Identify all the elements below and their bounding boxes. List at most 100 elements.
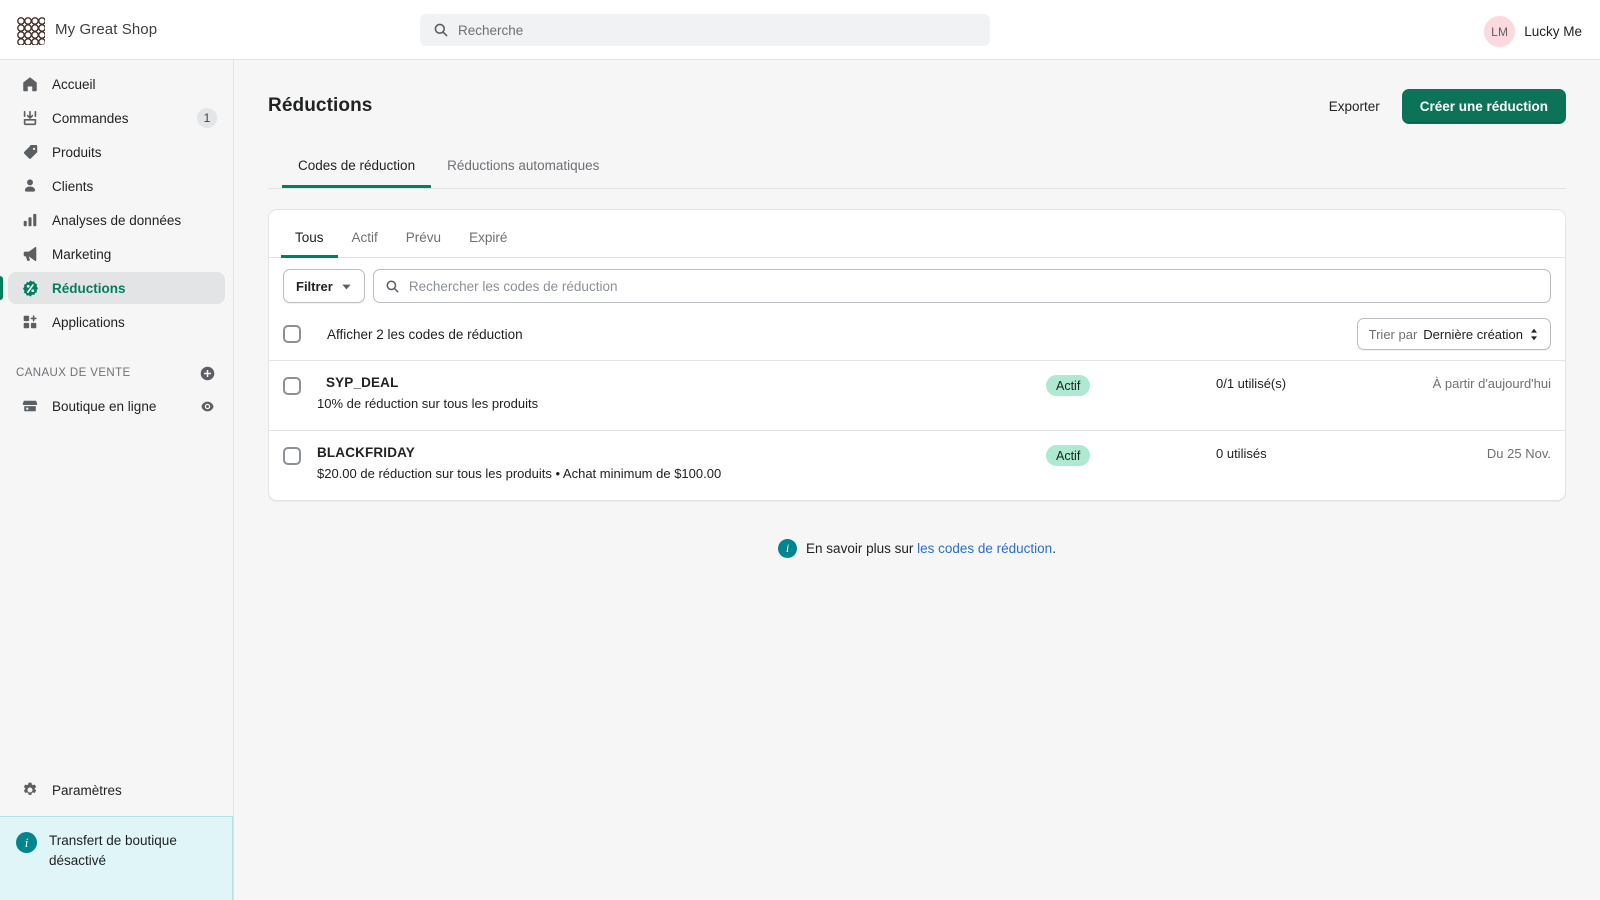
store-transfer-banner[interactable]: i Transfert de boutique désactivé xyxy=(0,816,233,900)
row-checkbox-wrap xyxy=(283,375,317,395)
card-tab-prevu[interactable]: Prévu xyxy=(392,230,455,259)
user-menu[interactable]: LM Lucky Me xyxy=(1480,14,1586,49)
sidebar-item-produits[interactable]: Produits xyxy=(8,136,225,168)
learn-more-suffix: . xyxy=(1052,541,1056,556)
page-actions: Exporter Créer une réduction xyxy=(1319,88,1566,124)
sidebar-item-boutique-en-ligne[interactable]: Boutique en ligne xyxy=(8,390,225,422)
main-content: Réductions Exporter Créer une réduction … xyxy=(234,60,1600,900)
sort-prefix: Trier par xyxy=(1368,326,1418,342)
sidebar-item-marketing[interactable]: Marketing xyxy=(8,238,225,270)
row-status: Actif xyxy=(1046,445,1216,466)
global-search-placeholder: Recherche xyxy=(458,22,524,38)
sidebar-item-label: Commandes xyxy=(52,110,129,126)
discount-search-placeholder: Rechercher les codes de réduction xyxy=(408,278,618,294)
learn-more-text: En savoir plus sur les codes de réductio… xyxy=(806,541,1056,556)
sidebar-item-applications[interactable]: Applications xyxy=(8,306,225,338)
sidebar-item-label: Paramètres xyxy=(52,782,122,798)
orders-count-badge: 1 xyxy=(197,108,217,128)
discount-description: $20.00 de réduction sur tous les produit… xyxy=(317,466,722,481)
status-badge: Actif xyxy=(1046,375,1091,396)
discount-description: 10% de réduction sur tous les produits xyxy=(317,396,539,411)
sidebar-item-label: Produits xyxy=(52,144,102,160)
status-badge: Actif xyxy=(1046,445,1091,466)
user-name: Lucky Me xyxy=(1524,24,1582,39)
sidebar-item-label: Analyses de données xyxy=(52,212,182,228)
sidebar-item-label: Réductions xyxy=(52,280,126,296)
sort-button[interactable]: Trier par Dernière création xyxy=(1356,318,1551,350)
create-discount-button[interactable]: Créer une réduction xyxy=(1401,88,1566,124)
info-circle-icon: i xyxy=(16,832,37,853)
row-main: SYP_DEAL 10% de réduction sur tous les p… xyxy=(317,375,1046,413)
sidebar-item-parametres[interactable]: Paramètres xyxy=(8,774,225,806)
sidebar-item-label: Accueil xyxy=(52,76,96,92)
filter-row: Filtrer Rechercher les codes de réductio… xyxy=(269,258,1565,314)
sidebar-item-clients[interactable]: Clients xyxy=(8,170,225,202)
apps-grid-plus-icon xyxy=(20,312,40,332)
top-bar: My Great Shop Recherche LM Lucky Me xyxy=(0,0,1600,60)
page-header: Réductions Exporter Créer une réduction xyxy=(268,60,1566,130)
card-filter-tabs: Tous Actif Prévu Expiré xyxy=(269,210,1565,258)
sidebar-item-commandes[interactable]: Commandes 1 xyxy=(8,102,225,134)
gear-icon xyxy=(20,780,40,800)
filter-button[interactable]: Filtrer xyxy=(283,269,365,303)
shop-logo-icon xyxy=(15,14,45,45)
search-icon xyxy=(385,279,400,294)
row-main: BLACKFRIDAY $20.00 de réduction sur tous… xyxy=(317,445,1046,483)
learn-more-prefix: En savoir plus sur xyxy=(806,541,918,556)
card-tab-tous[interactable]: Tous xyxy=(281,230,338,258)
sidebar-item-label: Boutique en ligne xyxy=(52,398,157,414)
row-usage: 0 utilisés xyxy=(1216,446,1267,461)
tab-reductions-automatiques[interactable]: Réductions automatiques xyxy=(431,148,615,188)
table-row[interactable]: SYP_DEAL 10% de réduction sur tous les p… xyxy=(269,360,1565,430)
select-all-label: Afficher 2 les codes de réduction xyxy=(327,326,523,342)
customers-person-icon xyxy=(20,176,40,196)
global-search-input[interactable]: Recherche xyxy=(420,14,990,46)
row-checkbox[interactable] xyxy=(283,447,301,465)
card-tab-expire[interactable]: Expiré xyxy=(455,230,521,259)
row-checkbox-wrap xyxy=(283,445,317,465)
marketing-megaphone-icon xyxy=(20,244,40,264)
card-tab-actif[interactable]: Actif xyxy=(338,230,392,259)
info-circle-icon: i xyxy=(778,539,798,558)
row-usage: 0/1 utilisé(s) xyxy=(1216,376,1287,391)
shopify-admin-app: My Great Shop Recherche LM Lucky Me Accu… xyxy=(0,0,1600,900)
row-date: À partir d'aujourd'hui xyxy=(1432,376,1551,391)
page-tabs: Codes de réduction Réductions automatiqu… xyxy=(268,148,1566,189)
sort-value: Dernière création xyxy=(1423,326,1523,342)
search-icon xyxy=(433,22,449,38)
discount-code: SYP_DEAL xyxy=(326,375,399,390)
orders-icon xyxy=(20,108,40,128)
table-row[interactable]: BLACKFRIDAY $20.00 de réduction sur tous… xyxy=(269,430,1565,500)
store-transfer-banner-text: Transfert de boutique désactivé xyxy=(49,833,177,868)
sidebar-item-label: Clients xyxy=(52,178,94,194)
home-icon xyxy=(20,74,40,94)
sales-channels-header: CANAUX DE VENTE xyxy=(0,362,233,384)
learn-more-link[interactable]: les codes de réduction xyxy=(917,541,1052,556)
brand-area[interactable]: My Great Shop xyxy=(0,14,234,45)
select-all-checkbox[interactable] xyxy=(283,325,301,343)
row-date: Du 25 Nov. xyxy=(1486,446,1551,461)
row-status: Actif xyxy=(1046,375,1216,396)
sidebar-item-accueil[interactable]: Accueil xyxy=(8,68,225,100)
select-all-row: Afficher 2 les codes de réduction Trier … xyxy=(269,314,1565,360)
plus-circle-icon[interactable] xyxy=(197,363,217,383)
discount-search-input[interactable]: Rechercher les codes de réduction xyxy=(372,269,1551,303)
sidebar-item-reductions[interactable]: Réductions xyxy=(0,272,225,304)
eye-icon[interactable] xyxy=(197,396,217,416)
discount-code: BLACKFRIDAY xyxy=(317,445,415,460)
brand-name: My Great Shop xyxy=(55,21,158,38)
avatar: LM xyxy=(1484,16,1516,47)
discounts-card: Tous Actif Prévu Expiré Filtrer Recherch… xyxy=(268,209,1566,501)
row-checkbox[interactable] xyxy=(283,377,301,395)
sort-updown-icon xyxy=(1529,328,1539,341)
sidebar-item-analyses[interactable]: Analyses de données xyxy=(8,204,225,236)
tab-codes-de-reduction[interactable]: Codes de réduction xyxy=(282,148,432,188)
export-button[interactable]: Exporter xyxy=(1319,91,1390,122)
discounts-percent-icon xyxy=(20,278,40,298)
sidebar: Accueil Commandes 1 Produits Clients Ana… xyxy=(0,60,234,900)
products-tag-icon xyxy=(20,142,40,162)
page-title: Réductions xyxy=(268,95,373,116)
sales-channels-title: CANAUX DE VENTE xyxy=(16,367,131,379)
learn-more-footer: i En savoir plus sur les codes de réduct… xyxy=(268,539,1566,558)
chevron-down-icon xyxy=(341,281,352,292)
